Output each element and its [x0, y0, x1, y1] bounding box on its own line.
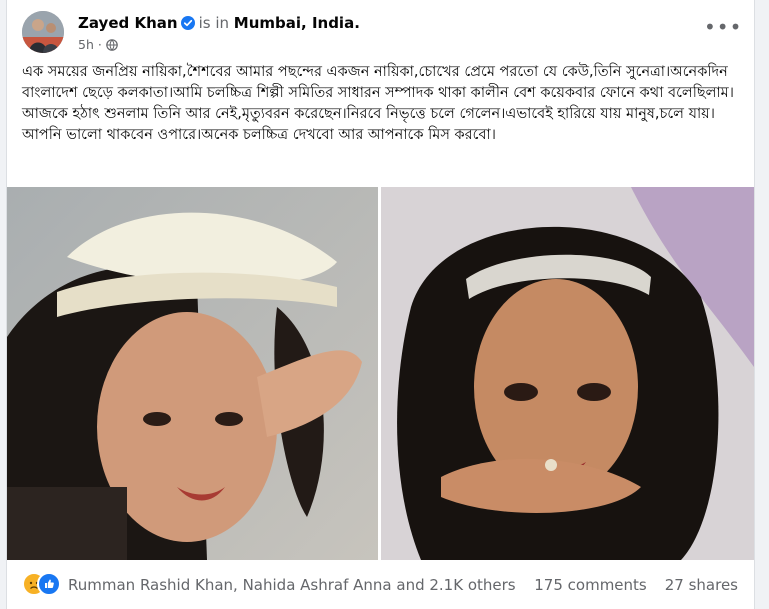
like-icon: [37, 572, 61, 596]
post-meta: 5h ·: [78, 37, 118, 52]
post-time[interactable]: 5h: [78, 37, 94, 52]
photo-grid: [7, 187, 754, 560]
post-photo-2[interactable]: [381, 187, 754, 560]
globe-icon: [106, 39, 118, 51]
post-photo-1[interactable]: [7, 187, 378, 560]
post-text: এক সময়ের জনপ্রিয় নায়িকা,শৈশবের আমার প…: [22, 64, 734, 143]
post-header: Zayed Khan is in Mumbai, India. 5h · •••: [22, 11, 741, 55]
shares-count[interactable]: 27 shares: [665, 576, 738, 594]
post-card: Zayed Khan is in Mumbai, India. 5h · ••• …: [6, 0, 755, 609]
reaction-icons[interactable]: [22, 572, 64, 596]
reaction-bar: Rumman Rashid Khan, Nahida Ashraf Anna a…: [22, 568, 738, 602]
more-options-button[interactable]: •••: [704, 17, 741, 41]
author-name[interactable]: Zayed Khan: [78, 14, 178, 32]
engagement-counts: 175 comments 27 shares: [534, 576, 738, 594]
location-link[interactable]: Mumbai, India.: [234, 14, 360, 32]
is-in-text: is in: [198, 14, 229, 32]
author-line: Zayed Khan is in Mumbai, India.: [78, 14, 360, 32]
reactors-text[interactable]: Rumman Rashid Khan, Nahida Ashraf Anna a…: [68, 576, 516, 594]
comments-count[interactable]: 175 comments: [534, 576, 646, 594]
verified-badge-icon: [180, 16, 195, 30]
author-avatar[interactable]: [22, 11, 64, 53]
